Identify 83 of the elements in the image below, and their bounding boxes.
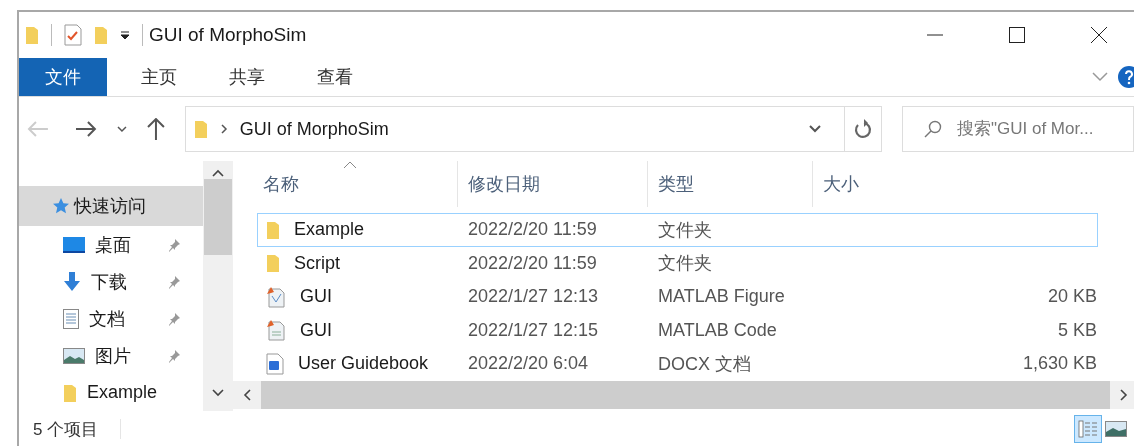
nav-label: 快速访问: [74, 195, 146, 218]
nav-item[interactable]: 桌面: [19, 226, 203, 263]
nav-label: Example: [87, 382, 158, 403]
maximize-icon[interactable]: [1008, 26, 1026, 44]
scroll-right-icon[interactable]: [1120, 389, 1128, 401]
nav-item[interactable]: 图片: [19, 337, 203, 374]
file-row[interactable]: Script 2022/2/20 11:59 文件夹: [257, 246, 1098, 280]
date-cell-text: 2022/1/27 12:15: [467, 319, 600, 341]
size-cell-text: 1,630 KB: [1021, 353, 1097, 375]
search-icon: [923, 120, 942, 138]
type-cell-text: MATLAB Figure: [657, 286, 786, 308]
column-header[interactable]: 大小: [813, 161, 1134, 207]
nav-label: 下载: [91, 270, 127, 294]
dropdown-icon[interactable]: [120, 30, 130, 40]
close-icon[interactable]: [1090, 26, 1108, 44]
pin-icon[interactable]: [167, 311, 181, 326]
address-bar[interactable]: GUI of MorphoSim: [184, 106, 882, 152]
folder-icon: [266, 253, 280, 274]
folder-icon: [266, 219, 280, 240]
expand-ribbon-icon[interactable]: [1092, 72, 1108, 82]
nav-item[interactable]: 下载: [19, 263, 203, 300]
nav-item[interactable]: 文档: [19, 300, 203, 337]
window-title: GUI of MorphoSim: [149, 24, 307, 46]
file-name: User Guidebook: [298, 353, 429, 375]
figure-file-icon: [266, 285, 286, 308]
pin-icon[interactable]: [167, 348, 181, 363]
scroll-left-icon[interactable]: [243, 389, 251, 401]
type-cell-text: 文件夹: [657, 218, 713, 242]
date-cell-text: 2022/1/27 12:13: [467, 286, 600, 308]
ribbon-tab[interactable]: 共享: [211, 58, 283, 96]
refresh-icon[interactable]: [853, 119, 872, 139]
column-header[interactable]: 修改日期: [458, 161, 648, 207]
star-icon: [52, 197, 70, 215]
item-count: 5 个项目: [33, 418, 99, 441]
type-cell-text: DOCX 文档: [657, 352, 752, 376]
horizontal-scrollbar[interactable]: [233, 381, 1134, 409]
date-cell-text: 2022/2/20 11:59: [467, 219, 598, 241]
nav-item[interactable]: Example: [19, 374, 203, 411]
file-name: GUI: [300, 286, 332, 308]
scroll-down-icon[interactable]: [212, 389, 224, 397]
ribbon-tab[interactable]: 主页: [123, 58, 195, 96]
file-row[interactable]: GUI 2022/1/27 12:13 MATLAB Figure 20 KB: [257, 280, 1098, 314]
nav-item[interactable]: 快速访问: [19, 186, 203, 226]
file-name: GUI: [300, 319, 332, 341]
nav-label: 图片: [95, 344, 131, 368]
address-dropdown-icon[interactable]: [807, 124, 822, 134]
scroll-up-icon[interactable]: [212, 169, 224, 177]
size-cell-text: 20 KB: [1046, 286, 1097, 308]
folder-icon: [193, 119, 208, 139]
date-cell-text: 2022/2/20 6:04: [467, 353, 590, 375]
pin-icon[interactable]: [167, 274, 181, 289]
search-field[interactable]: 搜索"GUI of Mor...: [901, 106, 1134, 152]
column-header[interactable]: 名称: [233, 161, 458, 207]
type-cell-text: MATLAB Code: [657, 319, 778, 341]
properties-icon[interactable]: [64, 24, 82, 46]
word-document-icon: [266, 352, 284, 375]
file-row[interactable]: Example 2022/2/20 11:59 文件夹: [257, 213, 1098, 247]
code-file-icon: [266, 319, 286, 342]
file-row[interactable]: User Guidebook 2022/2/20 6:04 DOCX 文档 1,630 KB: [257, 347, 1098, 381]
file-row[interactable]: GUI 2022/1/27 12:15 MATLAB Code 5 KB: [257, 313, 1098, 347]
nav-label: 文档: [89, 307, 125, 331]
nav-label: 桌面: [95, 233, 131, 257]
up-icon[interactable]: [146, 118, 165, 140]
ribbon-tab[interactable]: 查看: [299, 58, 371, 96]
help-icon[interactable]: [1118, 66, 1134, 88]
pin-icon[interactable]: [167, 237, 181, 252]
folder-icon: [63, 382, 77, 403]
file-name: Example: [294, 219, 365, 241]
pictures-icon: [63, 347, 85, 364]
ribbon-tab[interactable]: 文件: [19, 58, 107, 96]
download-icon: [63, 271, 81, 292]
address-path[interactable]: GUI of MorphoSim: [239, 118, 389, 140]
forward-icon[interactable]: [74, 121, 97, 137]
recent-locations-icon[interactable]: [116, 125, 127, 133]
column-header[interactable]: 类型: [648, 161, 813, 207]
date-cell-text: 2022/2/20 11:59: [467, 252, 598, 274]
desktop-icon: [63, 236, 85, 253]
chevron-icon[interactable]: [219, 123, 228, 135]
vertical-scrollbar[interactable]: [203, 161, 233, 411]
document-icon: [63, 308, 79, 329]
size-cell-text: 5 KB: [1056, 319, 1097, 341]
type-cell-text: 文件夹: [657, 252, 713, 276]
file-name: Script: [294, 252, 340, 274]
